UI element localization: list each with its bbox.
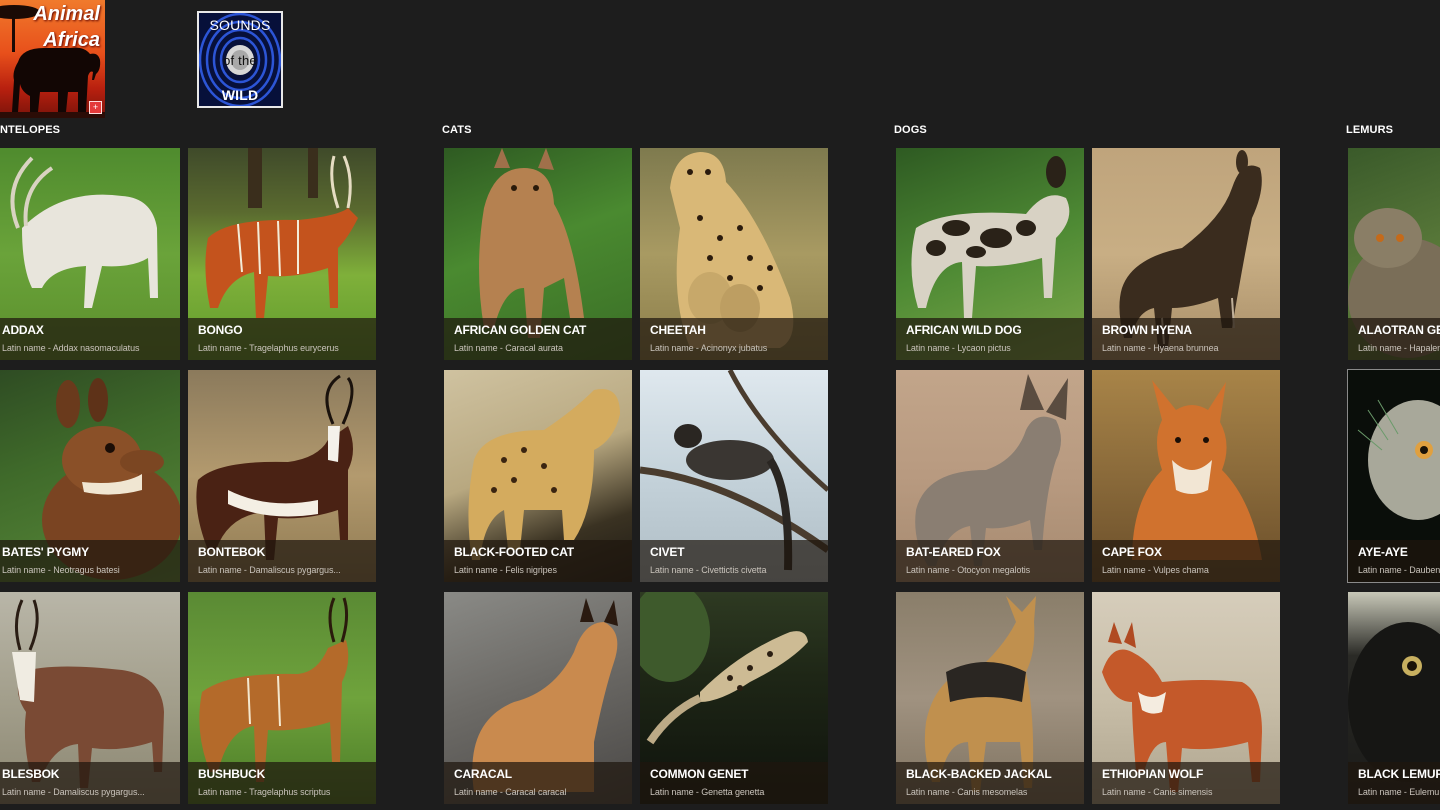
tile-blesbok[interactable]: BLESBOK Latin name - Damaliscus pygargus…: [0, 592, 180, 804]
animal-name: CHEETAH: [650, 323, 706, 337]
latin-name: Latin name - Neotragus batesi: [2, 565, 120, 575]
tile-caption: BLACK-FOOTED CAT Latin name - Felis nigr…: [444, 540, 632, 582]
latin-name: Latin name - Hapalem: [1358, 343, 1440, 353]
animal-name: ETHIOPIAN WOLF: [1102, 767, 1204, 781]
latin-name: Latin name - Caracal aurata: [454, 343, 563, 353]
animal-name: BLACK-BACKED JACKAL: [906, 767, 1052, 781]
tile-caption: CAPE FOX Latin name - Vulpes chama: [1092, 540, 1280, 582]
tile-ethiopian-wolf[interactable]: ETHIOPIAN WOLF Latin name - Canis simens…: [1092, 592, 1280, 804]
animal-name: CIVET: [650, 545, 685, 559]
latin-name: Latin name - Canis simensis: [1102, 787, 1213, 797]
latin-name: Latin name - Genetta genetta: [650, 787, 765, 797]
tile-caption: AYE-AYE Latin name - Dauben: [1348, 540, 1440, 582]
tile-black-footed-cat[interactable]: BLACK-FOOTED CAT Latin name - Felis nigr…: [444, 370, 632, 582]
tile-caption: CHEETAH Latin name - Acinonyx jubatus: [640, 318, 828, 360]
animal-name: BROWN HYENA: [1102, 323, 1192, 337]
animal-name: ADDAX: [2, 323, 44, 337]
animal-name: BLACK-FOOTED CAT: [454, 545, 574, 559]
tile-cheetah[interactable]: CHEETAH Latin name - Acinonyx jubatus: [640, 148, 828, 360]
latin-name: Latin name - Damaliscus pygargus...: [198, 565, 341, 575]
logo-title-line2: Africa: [43, 29, 100, 51]
tile-caption: CARACAL Latin name - Caracal caracal: [444, 762, 632, 804]
animal-name: ALAOTRAN GEN: [1358, 323, 1440, 337]
animal-name: BATES' PYGMY: [2, 545, 89, 559]
tile-black-backed-jackal[interactable]: BLACK-BACKED JACKAL Latin name - Canis m…: [896, 592, 1084, 804]
group-header-antelopes[interactable]: NTELOPES: [0, 124, 60, 136]
tile-caption: BLACK LEMUR Latin name - Eulemu: [1348, 762, 1440, 804]
tile-caption: ALAOTRAN GEN Latin name - Hapalem: [1348, 318, 1440, 360]
latin-name: Latin name - Tragelaphus scriptus: [198, 787, 331, 797]
latin-name: Latin name - Canis mesomelas: [906, 787, 1028, 797]
animal-name: CAPE FOX: [1102, 545, 1162, 559]
animal-name: BAT-EARED FOX: [906, 545, 1001, 559]
animal-africa-logo[interactable]: Animal Africa +: [0, 0, 105, 118]
tile-civet[interactable]: CIVET Latin name - Civettictis civetta: [640, 370, 828, 582]
tile-caption: BUSHBUCK Latin name - Tragelaphus script…: [188, 762, 376, 804]
tile-common-genet[interactable]: COMMON GENET Latin name - Genetta genett…: [640, 592, 828, 804]
tile-caption: ETHIOPIAN WOLF Latin name - Canis simens…: [1092, 762, 1280, 804]
latin-name: Latin name - Hyaena brunnea: [1102, 343, 1219, 353]
tile-african-wild-dog[interactable]: AFRICAN WILD DOG Latin name - Lycaon pic…: [896, 148, 1084, 360]
animal-name: AYE-AYE: [1358, 545, 1408, 559]
tile-caption: BLESBOK Latin name - Damaliscus pygargus…: [0, 762, 180, 804]
tile-black-lemur[interactable]: BLACK LEMUR Latin name - Eulemu: [1348, 592, 1440, 804]
tile-bates-pygmy[interactable]: BATES' PYGMY Latin name - Neotragus bate…: [0, 370, 180, 582]
animal-name: BLACK LEMUR: [1358, 767, 1440, 781]
group-header-lemurs[interactable]: LEMURS: [1346, 124, 1393, 136]
tile-addax[interactable]: ADDAX Latin name - Addax nasomaculatus: [0, 148, 180, 360]
tile-caption: COMMON GENET Latin name - Genetta genett…: [640, 762, 828, 804]
latin-name: Latin name - Vulpes chama: [1102, 565, 1209, 575]
animal-name: COMMON GENET: [650, 767, 749, 781]
tile-aye-aye[interactable]: AYE-AYE Latin name - Dauben: [1347, 369, 1440, 583]
plus-badge-icon: +: [89, 101, 102, 114]
logo-sounds-line3: WILD: [221, 87, 259, 103]
tile-bushbuck[interactable]: BUSHBUCK Latin name - Tragelaphus script…: [188, 592, 376, 804]
animal-name: AFRICAN WILD DOG: [906, 323, 1022, 337]
latin-name: Latin name - Lycaon pictus: [906, 343, 1011, 353]
logo-title-line1: Animal: [33, 3, 100, 25]
latin-name: Latin name - Tragelaphus eurycerus: [198, 343, 339, 353]
tile-caption: BLACK-BACKED JACKAL Latin name - Canis m…: [896, 762, 1084, 804]
tile-bontebok[interactable]: BONTEBOK Latin name - Damaliscus pygargu…: [188, 370, 376, 582]
logo-sounds-line1: SOUNDS: [209, 17, 271, 33]
logo-sounds-line2: of the: [223, 53, 257, 68]
tile-caption: BONGO Latin name - Tragelaphus eurycerus: [188, 318, 376, 360]
latin-name: Latin name - Damaliscus pygargus...: [2, 787, 145, 797]
tile-bat-eared-fox[interactable]: BAT-EARED FOX Latin name - Otocyon megal…: [896, 370, 1084, 582]
tile-caption: BONTEBOK Latin name - Damaliscus pygargu…: [188, 540, 376, 582]
tile-caption: ADDAX Latin name - Addax nasomaculatus: [0, 318, 180, 360]
latin-name: Latin name - Felis nigripes: [454, 565, 557, 575]
animal-name: BONGO: [198, 323, 243, 337]
animal-name: CARACAL: [454, 767, 512, 781]
group-header-cats[interactable]: CATS: [442, 124, 472, 136]
latin-name: Latin name - Civettictis civetta: [650, 565, 767, 575]
group-header-dogs[interactable]: DOGS: [894, 124, 927, 136]
latin-name: Latin name - Addax nasomaculatus: [2, 343, 140, 353]
tile-brown-hyena[interactable]: BROWN HYENA Latin name - Hyaena brunnea: [1092, 148, 1280, 360]
tile-caption: AFRICAN GOLDEN CAT Latin name - Caracal …: [444, 318, 632, 360]
latin-name: Latin name - Dauben: [1358, 565, 1440, 575]
tile-caracal[interactable]: CARACAL Latin name - Caracal caracal: [444, 592, 632, 804]
tile-alaotran-gentle-lemur[interactable]: ALAOTRAN GEN Latin name - Hapalem: [1348, 148, 1440, 360]
latin-name: Latin name - Eulemu: [1358, 787, 1440, 797]
latin-name: Latin name - Caracal caracal: [454, 787, 567, 797]
tile-bongo[interactable]: BONGO Latin name - Tragelaphus eurycerus: [188, 148, 376, 360]
animal-name: BLESBOK: [2, 767, 60, 781]
tile-caption: AFRICAN WILD DOG Latin name - Lycaon pic…: [896, 318, 1084, 360]
app-root: Animal Africa + SOUNDS of the WILD NTELO…: [0, 0, 1440, 810]
animal-name: AFRICAN GOLDEN CAT: [454, 323, 587, 337]
tile-cape-fox[interactable]: CAPE FOX Latin name - Vulpes chama: [1092, 370, 1280, 582]
tile-african-golden-cat[interactable]: AFRICAN GOLDEN CAT Latin name - Caracal …: [444, 148, 632, 360]
animal-name: BUSHBUCK: [198, 767, 266, 781]
tile-caption: BROWN HYENA Latin name - Hyaena brunnea: [1092, 318, 1280, 360]
tile-caption: CIVET Latin name - Civettictis civetta: [640, 540, 828, 582]
latin-name: Latin name - Acinonyx jubatus: [650, 343, 768, 353]
latin-name: Latin name - Otocyon megalotis: [906, 565, 1031, 575]
sounds-of-the-wild-logo[interactable]: SOUNDS of the WILD: [197, 11, 283, 108]
animal-name: BONTEBOK: [198, 545, 266, 559]
tile-caption: BAT-EARED FOX Latin name - Otocyon megal…: [896, 540, 1084, 582]
tile-caption: BATES' PYGMY Latin name - Neotragus bate…: [0, 540, 180, 582]
